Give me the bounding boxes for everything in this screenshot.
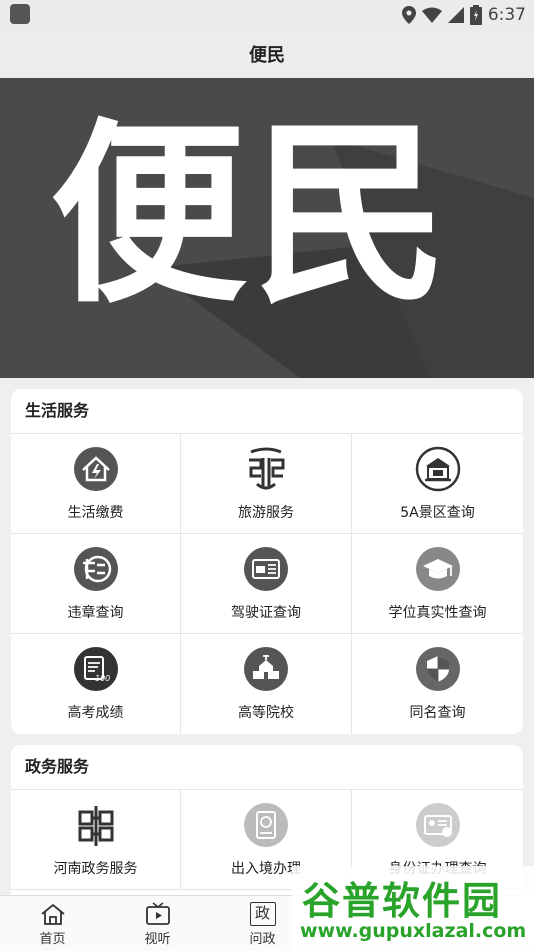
watermark-url: www.gupuxlazal.com [300, 920, 527, 942]
location-icon [401, 6, 416, 24]
henan-gov-logo-icon [73, 802, 119, 848]
signal-icon [447, 7, 464, 23]
status-icons: 6:37 [401, 3, 526, 27]
service-item[interactable]: 高等院校 [181, 634, 352, 734]
service-item[interactable]: 旅游服务 [181, 434, 352, 534]
service-item[interactable]: 违章查询 [11, 534, 181, 634]
service-item[interactable]: 驾驶证查询 [181, 534, 352, 634]
service-label: 旅游服务 [238, 505, 294, 521]
travel-logo-icon [243, 446, 289, 492]
service-item[interactable]: 生活缴费 [11, 434, 181, 534]
violation-icon [73, 546, 119, 592]
tab-home[interactable]: 首页 [0, 896, 105, 951]
service-item[interactable]: 河南政务服务 [11, 790, 181, 890]
id-card-icon [415, 802, 461, 848]
battery-icon [469, 5, 482, 25]
house-bolt-icon [73, 446, 119, 492]
license-card-icon [243, 546, 289, 592]
svg-text:100: 100 [95, 674, 110, 683]
score-sheet-icon: 100 [73, 646, 119, 692]
service-label: 同名查询 [409, 705, 466, 721]
university-icon [243, 646, 289, 692]
watermark-logo: 谷普软件园 www.gupuxlazal.com [292, 866, 534, 950]
service-item[interactable]: 100 高考成绩 [11, 634, 181, 734]
service-item[interactable]: 学位真实性查询 [352, 534, 523, 634]
service-label: 5A景区查询 [400, 505, 475, 521]
shield-icon [415, 646, 461, 692]
service-label: 出入境办理 [231, 861, 301, 877]
service-label: 驾驶证查询 [231, 605, 301, 621]
status-bar: 6:37 [0, 0, 534, 30]
service-label: 河南政务服务 [53, 861, 138, 877]
building-icon [415, 446, 461, 492]
service-label: 生活缴费 [67, 505, 124, 521]
section-title: 政务服务 [11, 745, 523, 790]
service-label: 违章查询 [67, 605, 124, 621]
zheng-icon: 政 [249, 902, 276, 926]
service-label: 高等院校 [238, 705, 294, 721]
service-item[interactable]: 5A景区查询 [352, 434, 523, 534]
watermark-title: 谷普软件园 [302, 879, 503, 923]
wifi-icon [421, 7, 442, 23]
notification-icon [10, 4, 30, 24]
section-title: 生活服务 [11, 389, 523, 434]
life-services-card: 生活服务 生活缴费 旅游服务 5A景区查询 违章查询 驾驶证查询 学位真实性查询… [11, 389, 523, 734]
clock: 6:37 [487, 5, 526, 25]
tab-label: 首页 [39, 932, 66, 947]
banner-image[interactable]: 便民 [0, 78, 534, 378]
service-label: 学位真实性查询 [388, 605, 487, 621]
tab-label: 视听 [144, 932, 171, 947]
passport-icon [243, 802, 289, 848]
service-item[interactable]: 同名查询 [352, 634, 523, 734]
banner-text: 便民 [50, 102, 455, 330]
tv-icon [145, 902, 170, 925]
service-label: 高考成绩 [67, 705, 124, 721]
page-title: 便民 [0, 30, 534, 78]
tab-video[interactable]: 视听 [105, 896, 210, 951]
tab-label: 问政 [249, 932, 276, 947]
home-icon [40, 903, 65, 925]
graduation-cap-icon [415, 546, 461, 592]
